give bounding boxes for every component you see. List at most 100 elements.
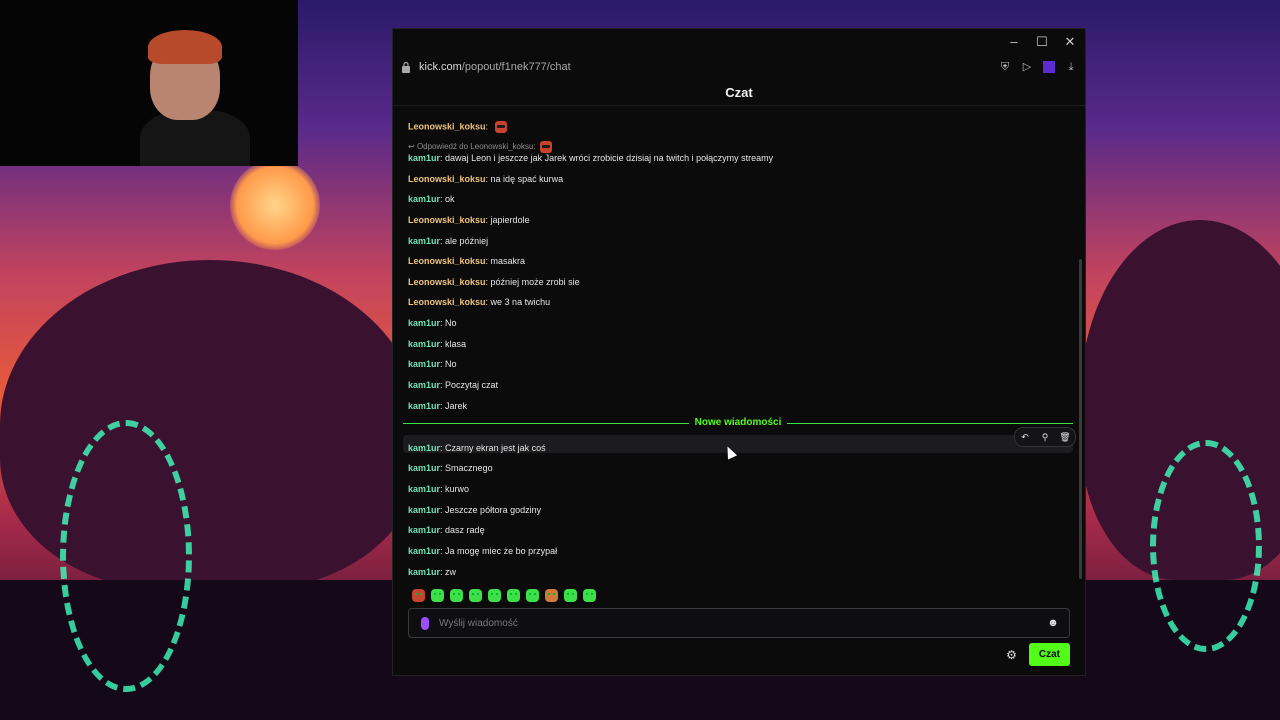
trash-icon[interactable]: 🗑 [1058, 432, 1072, 443]
chat-message-text: No [445, 359, 457, 369]
emote-frog-cry-icon[interactable] [583, 589, 596, 602]
chat-message[interactable]: kam1ur: dawaj Leon i jeszcze jak Jarek w… [408, 153, 773, 163]
chat-username[interactable]: kam1ur [408, 318, 440, 328]
chat-message[interactable]: kam1ur: kurwo [408, 484, 469, 494]
chat-message-list[interactable]: ↩ Odpowiedź do Leonowski_koksu: Leonowski… [393, 106, 1076, 577]
chat-message[interactable]: kam1ur: dasz radę [408, 525, 485, 535]
chat-message[interactable]: Leonowski_koksu: na idę spać kurwa [408, 174, 563, 184]
chat-username[interactable]: Leonowski_koksu [408, 215, 486, 225]
chat-message[interactable]: kam1ur: Ja mogę miec że bo przypał [408, 546, 557, 556]
chat-message[interactable]: kam1ur: Czarny ekran jest jak coś [408, 443, 546, 453]
emote-angry-icon[interactable] [412, 589, 425, 602]
emote-frog-wink-icon[interactable] [564, 589, 577, 602]
close-icon[interactable]: ✕ [1063, 35, 1077, 49]
chat-username[interactable]: kam1ur [408, 339, 440, 349]
chat-username[interactable]: kam1ur [408, 194, 440, 204]
chat-username[interactable]: kam1ur [408, 443, 440, 453]
webcam-overlay [0, 0, 298, 166]
chat-message[interactable]: kam1ur: zw [408, 567, 456, 577]
chat-message[interactable]: kam1ur: ale później [408, 236, 488, 246]
chat-title: Czat [725, 84, 753, 100]
reply-arrow-icon: ↩ [408, 142, 417, 152]
chat-username[interactable]: kam1ur [408, 401, 440, 411]
chat-message[interactable]: kam1ur: ok [408, 194, 455, 204]
chat-username[interactable]: kam1ur [408, 546, 440, 556]
chat-username[interactable]: kam1ur [408, 567, 440, 577]
chat-username[interactable]: kam1ur [408, 505, 440, 515]
download-icon[interactable]: ⤓ [1065, 61, 1077, 73]
chat-message-text: zw [445, 567, 457, 577]
emote-frog-hat-icon[interactable] [450, 589, 463, 602]
chat-message[interactable]: kam1ur: klasa [408, 339, 466, 349]
chat-username[interactable]: kam1ur [408, 359, 440, 369]
chat-message-text: dawaj Leon i jeszcze jak Jarek wróci zro… [445, 153, 774, 163]
chat-message[interactable]: kam1ur: No [408, 318, 457, 328]
chat-message[interactable]: Leonowski_koksu: później może zrobi sie [408, 277, 580, 287]
microphone-icon[interactable] [421, 616, 429, 630]
chat-message-text: masakra [490, 256, 526, 266]
send-icon[interactable]: ▷ [1021, 61, 1033, 73]
chat-username[interactable]: Leonowski_koksu [408, 277, 486, 287]
address-bar-tools: ⛨ ▷ ⤓ [999, 61, 1077, 73]
chat-username[interactable]: Leonowski_koksu [408, 256, 486, 266]
chat-username[interactable]: Leonowski_koksu [408, 121, 486, 131]
minimize-icon[interactable]: – [1007, 35, 1021, 49]
chat-message-text: Ja mogę miec że bo przypał [445, 546, 558, 556]
chat-message-text: później może zrobi sie [490, 277, 580, 287]
gear-icon[interactable]: ⚙ [1006, 648, 1017, 662]
chat-message[interactable]: kam1ur: No [408, 359, 457, 369]
chat-message[interactable]: kam1ur: Jeszcze półtora godziny [408, 505, 541, 515]
chat-header: Czat [393, 79, 1085, 106]
emote-frog-glasses-icon[interactable] [469, 589, 482, 602]
chat-input-box[interactable]: ☻ [408, 608, 1070, 638]
chat-message[interactable]: Leonowski_koksu: [408, 121, 507, 133]
chat-message-input[interactable] [437, 616, 1047, 630]
glowing-vine-right [1150, 440, 1262, 652]
chat-message-text: No [445, 318, 457, 328]
chat-username[interactable]: kam1ur [408, 380, 440, 390]
pin-icon[interactable]: ⚲ [1038, 432, 1052, 443]
chat-username[interactable]: kam1ur [408, 153, 440, 163]
lock-icon [402, 61, 410, 73]
webcam-person-hair [148, 30, 222, 64]
chat-message-text: japierdole [490, 215, 530, 225]
chat-scrollbar[interactable] [1079, 259, 1082, 579]
sun-graphic [230, 160, 320, 250]
chat-username[interactable]: Leonowski_koksu [408, 174, 486, 184]
chat-message-text: na idę spać kurwa [490, 174, 564, 184]
chat-popout-window: – ☐ ✕ kick.com/popout/f1nek777/chat ⛨ ▷ … [393, 29, 1085, 675]
emote-frog-laugh-icon[interactable] [526, 589, 539, 602]
shield-icon[interactable]: ⛨ [999, 61, 1011, 73]
maximize-icon[interactable]: ☐ [1035, 35, 1049, 49]
emote-frog-smile-icon[interactable] [488, 589, 501, 602]
glowing-vine-left [60, 420, 192, 692]
chat-message[interactable]: kam1ur: Jarek [408, 401, 467, 411]
emote-cowboy-icon[interactable] [545, 589, 558, 602]
reply-indicator[interactable]: ↩ Odpowiedź do Leonowski_koksu: [408, 141, 552, 153]
quick-emote-bar [412, 589, 596, 602]
emoji-picker-icon[interactable]: ☻ [1047, 617, 1059, 629]
chat-message-text: kurwo [445, 484, 470, 494]
chat-message-text: Poczytaj czat [445, 380, 499, 390]
chat-username[interactable]: Leonowski_koksu [408, 297, 486, 307]
chat-username[interactable]: kam1ur [408, 484, 440, 494]
emote-frog-happy-icon[interactable] [507, 589, 520, 602]
chat-message[interactable]: Leonowski_koksu: japierdole [408, 215, 530, 225]
chat-message[interactable]: Leonowski_koksu: masakra [408, 256, 525, 266]
window-titlebar: – ☐ ✕ [393, 29, 1085, 55]
address-bar[interactable]: kick.com/popout/f1nek777/chat ⛨ ▷ ⤓ [393, 55, 1085, 79]
username-separator: : [485, 121, 491, 132]
reply-icon[interactable]: ↶ [1018, 432, 1032, 443]
emote-frog-icon[interactable] [431, 589, 444, 602]
chat-username[interactable]: kam1ur [408, 525, 440, 535]
message-actions: ↶ ⚲ 🗑 [1014, 427, 1076, 447]
chat-username[interactable]: kam1ur [408, 236, 440, 246]
url-text[interactable]: kick.com/popout/f1nek777/chat [419, 61, 999, 73]
chat-message-text: we 3 na twichu [490, 297, 551, 307]
chat-message[interactable]: kam1ur: Smacznego [408, 463, 493, 473]
chat-message[interactable]: kam1ur: Poczytaj czat [408, 380, 498, 390]
send-chat-button[interactable]: Czat [1028, 643, 1070, 666]
chat-message[interactable]: Leonowski_koksu: we 3 na twichu [408, 297, 550, 307]
toolbar-separator [1043, 61, 1055, 73]
chat-username[interactable]: kam1ur [408, 463, 440, 473]
